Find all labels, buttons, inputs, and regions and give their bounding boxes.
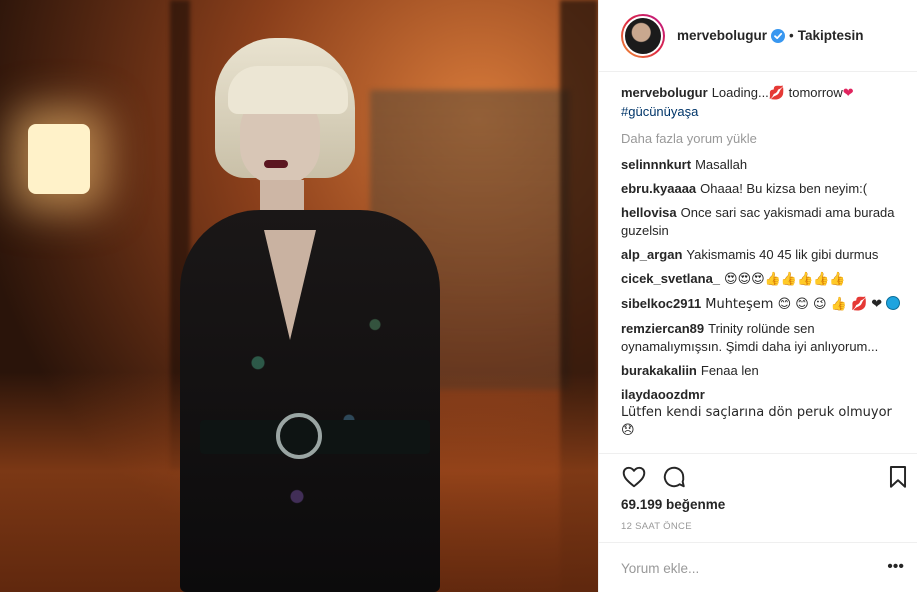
caption-username[interactable]: mervebolugur xyxy=(621,85,708,100)
post-photo[interactable] xyxy=(0,0,598,592)
avatar-image xyxy=(623,15,663,56)
list-item: cicek_svetlana_ 😍😍😍👍👍👍👍👍 xyxy=(621,270,901,289)
header-separator: • xyxy=(789,28,794,43)
bookmark-icon[interactable] xyxy=(885,464,911,490)
comment-text: Ohaaa! Bu kizsa ben neyim:( xyxy=(700,181,868,196)
list-item: alp_argan Yakismamis 40 45 lik gibi durmu… xyxy=(621,246,901,264)
comment-text: Lütfen kendi saçlarına dön peruk olmuyor… xyxy=(621,405,892,438)
comment-username[interactable]: ebru.kyaaaa xyxy=(621,181,696,196)
post-timestamp[interactable]: 12 SAAT ÖNCE xyxy=(621,521,692,532)
comment-username[interactable]: ilaydaoozdmr xyxy=(621,387,705,402)
comment-username[interactable]: burakakaliin xyxy=(621,363,697,378)
kiss-lips-icon: 💋 xyxy=(768,86,785,101)
likes-count[interactable]: 69.199 beğenme xyxy=(621,497,725,512)
heart-icon[interactable] xyxy=(621,464,647,490)
comment-text: Fenaa len xyxy=(700,363,759,378)
photo-lips xyxy=(264,160,288,168)
photo-woman-figure xyxy=(160,30,460,592)
comment-text: Masallah xyxy=(695,157,748,172)
comments-list: mervebolugur Loading...💋 tomorrow❤ #gücün… xyxy=(621,84,901,454)
caption-hashtag[interactable]: #gücünüyaşa xyxy=(621,103,901,121)
list-item: ebru.kyaaaa Ohaaa! Bu kizsa ben neyim:( xyxy=(621,180,901,198)
heart-icon: ❤ xyxy=(842,86,854,101)
list-item: sibelkoc2911 Muhteşem 😊 😊 😉 👍 💋 ❤ xyxy=(621,295,901,314)
comment-username[interactable]: sibelkoc2911 xyxy=(621,296,701,311)
list-item: selinnnkurt Masallah xyxy=(621,156,901,174)
list-item: burakakaliin Fenaa len xyxy=(621,362,901,380)
comment-username[interactable]: remziercan89 xyxy=(621,321,704,336)
verified-badge-icon xyxy=(771,28,786,43)
comment-text: 😍😍😍👍👍👍👍👍 xyxy=(724,272,846,287)
comment-username[interactable]: alp_argan xyxy=(621,247,682,262)
load-more-comments-button[interactable]: Daha fazla yorum yükle xyxy=(621,131,901,146)
avatar[interactable] xyxy=(621,13,665,58)
more-options-button[interactable]: ••• xyxy=(887,558,904,576)
header-username[interactable]: mervebolugur xyxy=(677,28,767,43)
post-actions-bar xyxy=(599,453,917,497)
following-button[interactable]: Takiptesin xyxy=(798,28,864,43)
photo-neckline xyxy=(264,230,316,340)
comment-text: Muhteşem 😊 😊 😉 👍 💋 ❤ xyxy=(705,297,883,312)
caption-text-after: tomorrow xyxy=(784,85,843,100)
photo-bangs xyxy=(228,66,348,114)
add-comment-bar: ••• xyxy=(599,542,917,592)
comment-bubble-icon[interactable] xyxy=(661,464,687,490)
photo-street-lamp xyxy=(28,124,90,194)
comment-username[interactable]: selinnnkurt xyxy=(621,157,691,172)
list-item: ilaydaoozdmr Lütfen kendi saçlarına dön p… xyxy=(621,386,901,440)
list-item: hellovisa Once sari sac yakismadi ama bur… xyxy=(621,204,901,240)
caption: mervebolugur Loading...💋 tomorrow❤ #gücün… xyxy=(621,84,901,121)
photo-belt-buckle xyxy=(276,413,322,459)
comment-text: Yakismamis 40 45 lik gibi durmus xyxy=(686,247,879,262)
blue-circle-icon xyxy=(886,296,901,310)
comment-username[interactable]: hellovisa xyxy=(621,205,677,220)
list-item: remziercan89 Trinity rolünde sen oynamalı… xyxy=(621,320,901,356)
post-header: mervebolugur • Takiptesin xyxy=(599,0,917,72)
comment-input[interactable] xyxy=(621,556,861,580)
post-side-panel: mervebolugur • Takiptesin mervebolugur Lo… xyxy=(598,0,917,592)
comment-username[interactable]: cicek_svetlana_ xyxy=(621,271,720,286)
caption-text: Loading... xyxy=(711,85,769,100)
